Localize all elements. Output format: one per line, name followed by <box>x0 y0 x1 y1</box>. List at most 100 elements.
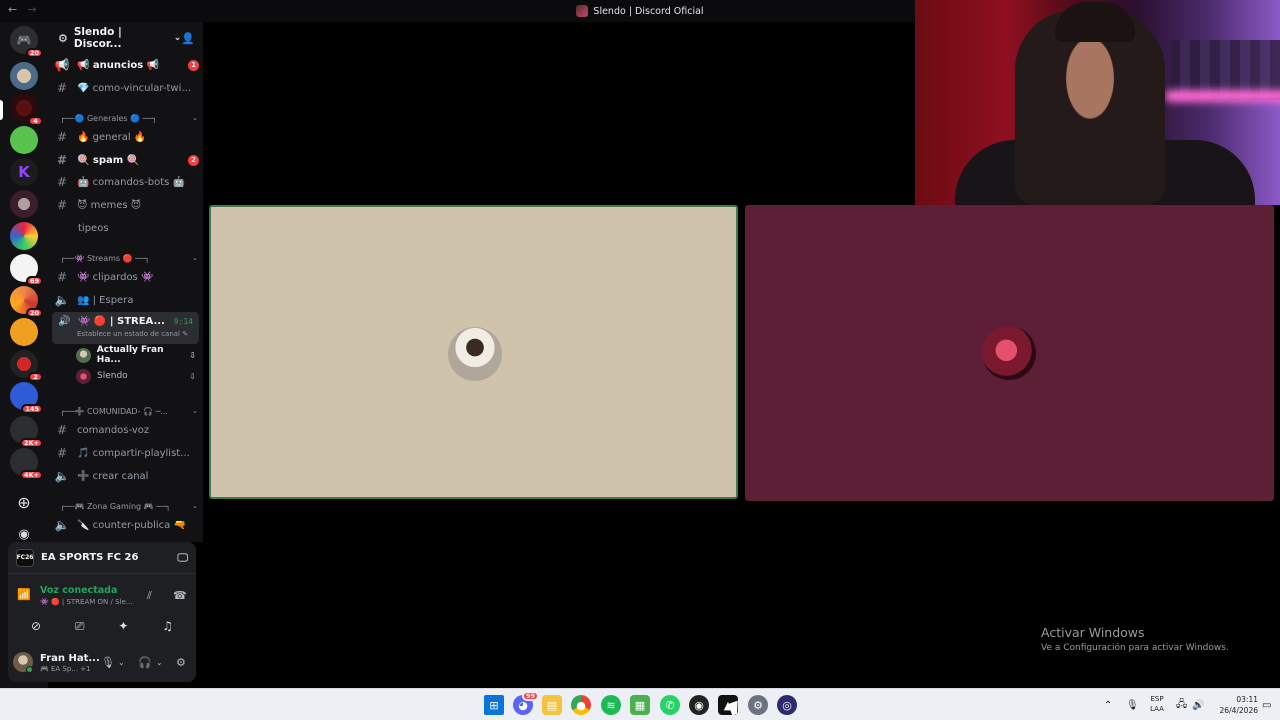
clock-time: 03:11 <box>1236 695 1258 704</box>
channel-general[interactable]: # 🔥 general 🔥 <box>54 127 199 147</box>
chevron-down-icon: ⌄ <box>192 502 198 510</box>
soundboard-icon[interactable]: ♫ <box>162 619 173 633</box>
forward-icon[interactable]: → <box>27 3 36 16</box>
channel-spam[interactable]: # 🍭 spam 🍭 2 <box>54 150 199 170</box>
discord-icon[interactable]: ◕ 99 <box>513 691 539 715</box>
activities-icon[interactable]: ✦ <box>118 619 128 633</box>
category-comunidad[interactable]: ┌──➕ COMUNIDAD- 🎧 ─... ⌄ <box>60 404 198 418</box>
mic-icon[interactable]: 🎙 <box>101 656 115 669</box>
voice-channel-counter[interactable]: 🔈 🔪 counter-publica 🔫 <box>54 515 199 535</box>
server-badge: 2 <box>28 372 43 382</box>
channel-sidebar: ⚙ Slendo | Discor... ⌄ 👤 📢 📢 anuncios 📢 … <box>48 22 203 542</box>
channel-comandos-voz[interactable]: # comandos-voz <box>54 420 199 440</box>
server-badge: 20 <box>25 308 43 318</box>
server-icon[interactable] <box>10 222 38 250</box>
voice-channel-crear-canal[interactable]: 🔈 ➕ crear canal <box>54 466 199 486</box>
channel-tipeos[interactable]: tipeos <box>54 218 199 238</box>
signal-icon[interactable]: 📶 <box>17 588 31 601</box>
active-server-pill <box>0 100 3 120</box>
server-header[interactable]: ⚙ Slendo | Discor... ⌄ 👤 <box>48 22 203 54</box>
server-icon[interactable]: 145 <box>10 382 43 414</box>
voice-channel-path[interactable]: 👾 🔴 | STREAM ON / Sle... <box>40 598 132 606</box>
share-screen-icon[interactable]: ⎚ <box>75 619 85 634</box>
obs-icon[interactable]: ◉ <box>689 695 709 715</box>
add-server-icon[interactable]: ⊕ <box>10 488 38 516</box>
video-tile-fran[interactable] <box>209 205 738 499</box>
hash-icon: # <box>56 270 68 284</box>
speaker-icon: 🔊 <box>58 315 71 327</box>
minecraft-icon[interactable]: ▦ <box>630 695 650 715</box>
server-icon[interactable]: 69 <box>10 254 43 286</box>
app-icon[interactable]: ◎ <box>777 695 797 715</box>
whatsapp-icon[interactable]: ✆ <box>660 695 680 715</box>
spotify-icon[interactable]: ≋ <box>601 695 621 715</box>
hash-icon: # <box>56 175 68 189</box>
server-icon[interactable] <box>10 62 38 90</box>
mention-badge: 2 <box>188 154 199 166</box>
noise-suppression-icon[interactable]: ⫽ <box>147 589 152 603</box>
avatar <box>76 368 91 384</box>
notifications-icon[interactable]: ▭ <box>1262 689 1271 720</box>
channel-clipardos[interactable]: # 👾 clipardos 👾 <box>54 267 199 287</box>
window-title-text: Slendo | Discord Oficial <box>593 5 704 17</box>
video-tile-slendo[interactable] <box>745 205 1274 501</box>
streaming-icon: ⇩ <box>189 371 196 381</box>
language-indicator[interactable]: ESP LAA <box>1148 694 1166 714</box>
chevron-down-icon[interactable]: ⌄ <box>156 658 163 667</box>
volume-icon[interactable]: 🔊 <box>1192 689 1204 720</box>
server-icon[interactable] <box>10 126 38 154</box>
voice-user-slendo[interactable]: Slendo ⇩ <box>76 366 196 386</box>
camera-off-icon[interactable]: ⊘ <box>31 619 41 633</box>
server-folder-icon[interactable]: 4K+ <box>10 448 43 480</box>
headphones-icon[interactable]: 🎧 <box>138 656 152 669</box>
activity-bar[interactable]: FC26 EA SPORTS FC 26 🖵 <box>8 542 196 574</box>
direct-messages-icon[interactable]: 🎮 20 <box>10 26 43 58</box>
network-icon[interactable]: 🖧 <box>1176 689 1187 720</box>
microphone-tray-icon[interactable]: 🎙 <box>1126 689 1139 720</box>
server-folder-icon[interactable]: 2K+ <box>10 416 43 448</box>
settings-icon[interactable]: ⚙ <box>748 695 768 715</box>
server-guide-icon: ⚙ <box>58 31 68 45</box>
server-icon[interactable] <box>10 318 38 346</box>
disconnect-icon[interactable]: ☎ <box>173 589 187 602</box>
hash-icon: # <box>56 446 68 460</box>
channel-label: 🤖 comandos-bots 🤖 <box>77 176 185 188</box>
channel-memes[interactable]: # 😈 memes 😈 <box>54 195 199 215</box>
activate-windows-watermark: Activar Windows Ve a Configuración para … <box>1041 625 1229 653</box>
server-avatar-icon <box>576 5 589 17</box>
category-generales[interactable]: ┌──🔵 Generales 🔵 ──┐ ⌄ <box>60 111 198 125</box>
channel-compartir-playlist[interactable]: # 🎵 compartir-playlist... <box>54 443 199 463</box>
invite-people-icon[interactable]: 👤 <box>181 32 195 45</box>
clock[interactable]: 03:11 26/4/2026 <box>1212 694 1258 716</box>
server-icon[interactable]: 20 <box>10 286 43 318</box>
server-icon[interactable] <box>10 190 38 218</box>
tray-chevron-icon[interactable]: ⌃ <box>1104 689 1112 720</box>
chevron-down-icon[interactable]: ⌄ <box>118 658 125 667</box>
voice-user-name: Actually Fran Ha... <box>96 345 164 365</box>
hash-icon: # <box>56 198 68 212</box>
settings-gear-icon[interactable]: ⚙ <box>176 656 186 669</box>
category-gaming[interactable]: ┌──🎮 Zona Gaming 🎮 ──┐ ⌄ <box>60 499 198 513</box>
screen-share-icon[interactable]: 🖵 <box>177 551 188 565</box>
channel-comandos-bots[interactable]: # 🤖 comandos-bots 🤖 <box>54 172 199 192</box>
avatar <box>76 347 91 363</box>
channel-label: 👾 🔴 | STREA... <box>78 315 165 327</box>
server-icon[interactable]: 4 <box>10 94 43 126</box>
voice-connected-label[interactable]: Voz conectada <box>40 585 117 596</box>
back-icon[interactable]: ← <box>8 3 17 16</box>
voice-user-fran[interactable]: Actually Fran Ha... ⇩ <box>76 345 196 365</box>
channel-anuncios[interactable]: 📢 📢 anuncios 📢 1 <box>54 55 199 75</box>
file-explorer-icon[interactable]: ▤ <box>542 695 562 715</box>
server-icon[interactable]: 2 <box>10 350 43 382</box>
windows-start-icon[interactable]: ⊞ <box>484 695 504 715</box>
chrome-icon[interactable]: ● <box>571 695 591 715</box>
voice-channel-espera[interactable]: 🔈 👥 | Espera <box>54 290 199 310</box>
voice-channel-stream-on[interactable]: 🔊 👾 🔴 | STREA... 9:14 Establece un estad… <box>52 312 199 344</box>
category-streams[interactable]: ┌──👾 Streams 🔴 ──┐ ⌄ <box>60 251 198 265</box>
voice-controls: ⊘ ⎚ ✦ ♫ <box>14 616 190 636</box>
channel-label: 📢 anuncios 📢 <box>77 59 160 71</box>
channel-status[interactable]: Establece un estado de canal ✎ <box>52 330 199 338</box>
twitch-server-icon[interactable]: K <box>10 158 38 186</box>
username[interactable]: Fran Hat... <box>40 653 100 664</box>
channel-como-vincular[interactable]: # 💎 como-vincular-twi... <box>54 78 199 98</box>
